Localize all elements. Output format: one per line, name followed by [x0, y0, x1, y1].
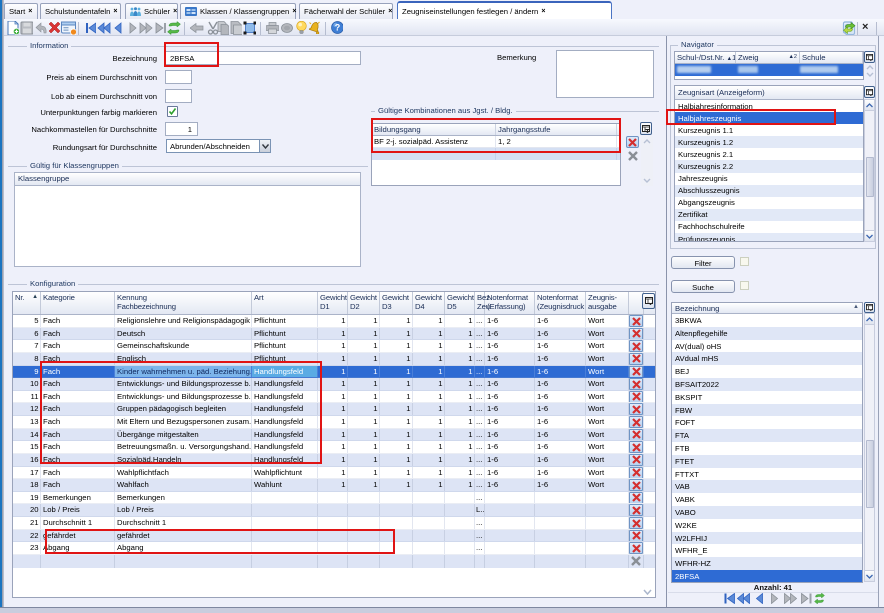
svg-text:?: ? [335, 23, 341, 33]
